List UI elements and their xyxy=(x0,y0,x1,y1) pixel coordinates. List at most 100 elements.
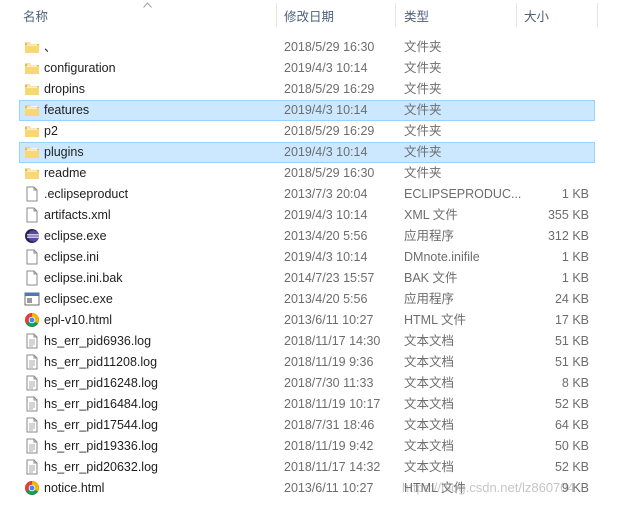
file-type: 文本文档 xyxy=(404,439,455,453)
text-file-icon xyxy=(24,333,40,349)
text-file-icon xyxy=(24,459,40,475)
column-size[interactable]: 大小 xyxy=(524,0,549,30)
file-row[interactable]: p2 2018/5/29 16:29 文件夹 xyxy=(0,121,631,142)
file-row[interactable]: eclipse.ini 2019/4/3 10:14 DMnote.inifile 1… xyxy=(0,247,631,268)
file-row[interactable]: hs_err_pid16484.log 2018/11/19 10:17 文本文档 5… xyxy=(0,394,631,415)
file-type: 文件夹 xyxy=(404,166,442,180)
folder-icon xyxy=(24,102,40,118)
file-row[interactable]: eclipse.exe 2013/4/20 5:56 应用程序 312 KB xyxy=(0,226,631,247)
file-date: 2013/4/20 5:56 xyxy=(284,292,368,306)
file-row[interactable]: hs_err_pid6936.log 2018/11/17 14:30 文本文档 51… xyxy=(0,331,631,352)
file-name: hs_err_pid16484.log xyxy=(44,397,158,411)
file-row[interactable]: plugins 2019/4/3 10:14 文件夹 xyxy=(0,142,631,163)
file-date: 2018/5/29 16:29 xyxy=(284,124,375,138)
file-name: eclipse.ini.bak xyxy=(44,271,123,285)
file-size xyxy=(520,163,589,184)
file-name: configuration xyxy=(44,61,116,75)
file-name: eclipsec.exe xyxy=(44,292,113,306)
file-type: 文本文档 xyxy=(404,460,455,474)
file-date: 2018/11/17 14:30 xyxy=(284,334,381,348)
file-size: 51 KB xyxy=(554,355,589,369)
file-icon xyxy=(24,249,40,265)
file-size: 52 KB xyxy=(554,397,589,411)
file-date: 2013/6/11 10:27 xyxy=(284,481,374,495)
file-type: 文件夹 xyxy=(404,61,442,75)
exe-icon xyxy=(24,291,40,307)
file-row[interactable]: hs_err_pid17544.log 2018/7/31 18:46 文本文档 64… xyxy=(0,415,631,436)
file-type: 文本文档 xyxy=(404,334,455,348)
file-type: ECLIPSEPRODUC... xyxy=(404,187,522,201)
file-row[interactable]: artifacts.xml 2019/4/3 10:14 XML 文件 355 KB xyxy=(0,205,631,226)
file-name: plugins xyxy=(44,145,84,159)
file-name: readme xyxy=(44,166,87,180)
folder-icon xyxy=(24,60,40,76)
file-date: 2019/4/3 10:14 xyxy=(284,145,368,159)
column-name[interactable]: 名称 xyxy=(23,0,48,30)
file-type: XML 文件 xyxy=(404,208,458,222)
column-divider[interactable] xyxy=(395,3,396,27)
file-date: 2014/7/23 15:57 xyxy=(284,271,375,285)
file-date: 2019/4/3 10:14 xyxy=(284,61,368,75)
file-name: notice.html xyxy=(44,481,105,495)
file-row[interactable]: configuration 2019/4/3 10:14 文件夹 xyxy=(0,58,631,79)
file-row[interactable]: 、 2018/5/29 16:30 文件夹 xyxy=(0,37,631,58)
file-name: features xyxy=(44,103,90,117)
file-icon xyxy=(24,207,40,223)
text-file-icon xyxy=(24,417,40,433)
file-date: 2018/11/19 9:36 xyxy=(284,355,374,369)
column-type[interactable]: 类型 xyxy=(404,0,429,30)
file-name: dropins xyxy=(44,82,85,96)
file-type: DMnote.inifile xyxy=(404,250,480,264)
file-row[interactable]: .eclipseproduct 2013/7/3 20:04 ECLIPSEPROD… xyxy=(0,184,631,205)
file-date: 2013/6/11 10:27 xyxy=(284,313,374,327)
folder-icon xyxy=(24,123,40,139)
file-date: 2013/4/20 5:56 xyxy=(284,229,368,243)
column-divider[interactable] xyxy=(597,3,598,27)
file-row[interactable]: features 2019/4/3 10:14 文件夹 xyxy=(0,100,631,121)
file-name: p2 xyxy=(44,124,58,138)
file-type: HTML 文件 xyxy=(404,313,467,327)
sort-ascending-icon xyxy=(143,2,152,8)
file-type: 文件夹 xyxy=(404,82,442,96)
column-date[interactable]: 修改日期 xyxy=(284,0,334,30)
file-type: 文本文档 xyxy=(404,355,455,369)
text-file-icon xyxy=(24,375,40,391)
folder-icon xyxy=(24,144,40,160)
text-file-icon xyxy=(24,354,40,370)
file-type: 文件夹 xyxy=(404,103,442,117)
file-icon xyxy=(24,186,40,202)
file-icon xyxy=(24,270,40,286)
file-size: 8 KB xyxy=(561,376,589,390)
file-name: hs_err_pid17544.log xyxy=(44,418,158,432)
file-date: 2018/11/19 9:42 xyxy=(284,439,374,453)
column-divider[interactable] xyxy=(276,3,277,27)
file-date: 2019/4/3 10:14 xyxy=(284,208,368,222)
file-date: 2013/7/3 20:04 xyxy=(284,187,368,201)
file-row[interactable]: eclipsec.exe 2013/4/20 5:56 应用程序 24 KB xyxy=(0,289,631,310)
file-size xyxy=(520,121,589,142)
file-name: hs_err_pid6936.log xyxy=(44,334,152,348)
file-row[interactable]: hs_err_pid19336.log 2018/11/19 9:42 文本文档 50… xyxy=(0,436,631,457)
file-row[interactable]: eclipse.ini.bak 2014/7/23 15:57 BAK 文件 1 KB xyxy=(0,268,631,289)
text-file-icon xyxy=(24,396,40,412)
file-row[interactable]: dropins 2018/5/29 16:29 文件夹 xyxy=(0,79,631,100)
file-date: 2018/5/29 16:29 xyxy=(284,82,375,96)
file-size: 1 KB xyxy=(561,250,589,264)
folder-icon xyxy=(24,81,40,97)
file-row[interactable]: hs_err_pid11208.log 2018/11/19 9:36 文本文档 51… xyxy=(0,352,631,373)
file-date: 2018/7/30 11:33 xyxy=(284,376,374,390)
file-date: 2019/4/3 10:14 xyxy=(284,250,368,264)
file-name: artifacts.xml xyxy=(44,208,111,222)
file-row[interactable]: hs_err_pid16248.log 2018/7/30 11:33 文本文档 8 … xyxy=(0,373,631,394)
file-name: hs_err_pid11208.log xyxy=(44,355,158,369)
file-date: 2019/4/3 10:14 xyxy=(284,103,368,117)
file-date: 2018/11/19 10:17 xyxy=(284,397,381,411)
file-size: 1 KB xyxy=(561,271,589,285)
file-row[interactable]: readme 2018/5/29 16:30 文件夹 xyxy=(0,163,631,184)
file-date: 2018/11/17 14:32 xyxy=(284,460,381,474)
file-name: hs_err_pid16248.log xyxy=(44,376,158,390)
column-divider[interactable] xyxy=(516,3,517,27)
file-row[interactable]: epl-v10.html 2013/6/11 10:27 HTML 文件 17 KB xyxy=(0,310,631,331)
file-list: 、 2018/5/29 16:30 文件夹 configuration 2019/4/3… xyxy=(0,37,631,499)
file-row[interactable]: hs_err_pid20632.log 2018/11/17 14:32 文本文档 5… xyxy=(0,457,631,478)
